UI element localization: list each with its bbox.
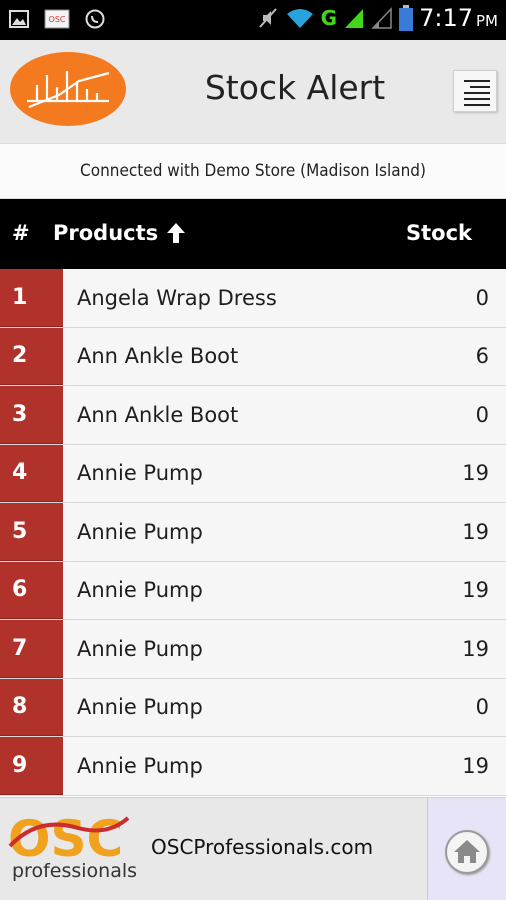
row-number: 5 [0, 503, 63, 561]
product-name: Annie Pump [77, 695, 203, 720]
row-number: 8 [0, 678, 63, 736]
product-name: Angela Wrap Dress [77, 285, 277, 310]
signal-icon-2 [371, 7, 392, 29]
notification-icons: OSC [8, 8, 106, 30]
signal-icon [345, 9, 364, 28]
table-row[interactable]: 2 Ann Ankle Boot 6 [0, 327, 506, 386]
row-number: 9 [0, 737, 63, 795]
table-row[interactable]: 3 Ann Ankle Boot 0 [0, 386, 506, 445]
column-header-products[interactable]: Products [53, 221, 186, 245]
whatsapp-icon [85, 9, 105, 29]
footer-bar: OSC professionals OSCProfessionals.com [0, 797, 506, 900]
stock-quantity: 0 [475, 285, 489, 310]
column-header-stock[interactable]: Stock [406, 221, 472, 245]
product-list: 1 Angela Wrap Dress 0 2 Ann Ankle Boot 6… [0, 269, 506, 796]
table-row[interactable]: 5 Annie Pump 19 [0, 503, 506, 562]
table-row[interactable]: 8 Annie Pump 0 [0, 678, 506, 737]
menu-icon-line [464, 98, 490, 100]
column-header-products-label: Products [53, 221, 159, 245]
product-name: Annie Pump [77, 753, 203, 778]
product-name: Annie Pump [77, 578, 203, 603]
wifi-icon [286, 9, 313, 28]
svg-text:OSC: OSC [49, 15, 66, 24]
network-type-label: G [320, 6, 338, 30]
column-header-number: # [12, 221, 30, 245]
product-name: Ann Ankle Boot [77, 344, 239, 369]
home-button[interactable] [427, 798, 506, 900]
table-row[interactable]: 1 Angela Wrap Dress 0 [0, 269, 506, 328]
stock-quantity: 19 [462, 753, 489, 778]
table-header: # Products Stock [0, 199, 506, 269]
stock-quantity: 6 [475, 344, 489, 369]
status-bar: OSC G 7:17 PM [0, 0, 506, 40]
row-number: 3 [0, 386, 63, 444]
product-name: Ann Ankle Boot [77, 402, 239, 427]
app-screen: OSC G 7:17 PM Stock Alert Connected with… [0, 0, 506, 900]
menu-icon-line [470, 86, 490, 88]
row-number: 6 [0, 561, 63, 619]
image-icon [9, 10, 29, 28]
system-icons: G 7:17 PM [257, 4, 498, 32]
clock-ampm: PM [476, 12, 498, 30]
stock-quantity: 0 [475, 695, 489, 720]
stock-quantity: 19 [462, 519, 489, 544]
mute-icon [258, 8, 277, 28]
connection-status-text: Connected with Demo Store (Madison Islan… [80, 161, 426, 181]
stock-quantity: 19 [462, 636, 489, 661]
menu-icon-line [464, 104, 490, 106]
arrow-up-icon [167, 223, 186, 243]
row-number: 7 [0, 620, 63, 678]
product-name: Annie Pump [77, 519, 203, 544]
table-row[interactable]: 4 Annie Pump 19 [0, 444, 506, 503]
battery-icon [399, 5, 414, 31]
connection-status-bar: Connected with Demo Store (Madison Islan… [0, 143, 506, 199]
menu-icon-line [464, 92, 490, 94]
app-header: Stock Alert [0, 40, 506, 143]
osc-logo-subtitle: professionals [12, 860, 138, 882]
table-row[interactable]: 7 Annie Pump 19 [0, 620, 506, 679]
row-number: 1 [0, 269, 63, 327]
stock-alert-logo [10, 52, 126, 126]
row-number: 2 [0, 327, 63, 385]
menu-button[interactable] [453, 70, 497, 112]
product-name: Annie Pump [77, 636, 203, 661]
website-link[interactable]: OSCProfessionals.com [151, 835, 373, 859]
stock-quantity: 19 [462, 578, 489, 603]
home-icon [445, 830, 489, 874]
table-row[interactable]: 9 Annie Pump 19 [0, 737, 506, 796]
clock-time: 7:17 [419, 4, 473, 32]
stock-quantity: 0 [475, 402, 489, 427]
clock: 7:17 PM [419, 4, 498, 32]
row-number: 4 [0, 444, 63, 502]
product-name: Annie Pump [77, 461, 203, 486]
page-title: Stock Alert [204, 68, 386, 107]
stock-quantity: 19 [462, 461, 489, 486]
table-row[interactable]: 6 Annie Pump 19 [0, 561, 506, 620]
osc-notification-icon: OSC [44, 9, 70, 29]
menu-icon-line [464, 80, 490, 82]
